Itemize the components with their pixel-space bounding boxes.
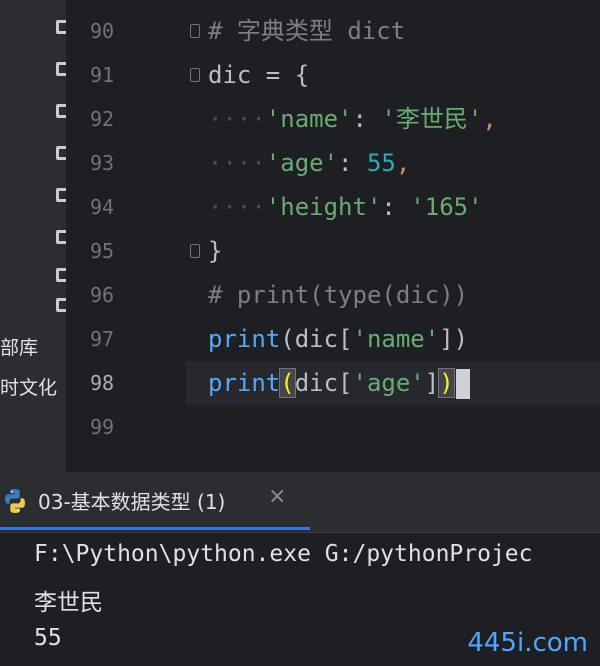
matched-bracket: ) bbox=[438, 368, 455, 398]
code-token: print bbox=[208, 369, 281, 397]
code-token: ] bbox=[424, 369, 440, 397]
code-token: : bbox=[352, 105, 382, 133]
code-token: ···· bbox=[208, 105, 266, 133]
python-file-icon[interactable] bbox=[56, 268, 66, 282]
fold-marker-icon[interactable] bbox=[190, 68, 200, 82]
sidebar-item-external-libraries[interactable]: 部库 bbox=[0, 333, 38, 360]
code-line[interactable]: # 字典类型 dict bbox=[208, 9, 405, 53]
code-line[interactable]: ····'height': '165' bbox=[208, 185, 483, 229]
code-token: (dic[ bbox=[280, 325, 353, 353]
code-token: print bbox=[208, 325, 281, 353]
code-token: ···· bbox=[208, 193, 266, 221]
fold-marker-icon[interactable] bbox=[190, 24, 200, 38]
code-token: '165' bbox=[410, 193, 483, 221]
console-line-output: 55 bbox=[34, 625, 62, 651]
code-token: 'age' bbox=[265, 149, 339, 177]
code-token: dic[ bbox=[294, 369, 353, 397]
python-icon bbox=[5, 489, 25, 513]
code-line[interactable]: print(dic['name']) bbox=[208, 317, 468, 361]
console-line-command: F:\Python\python.exe G:/pythonProjec bbox=[34, 541, 533, 567]
code-line[interactable]: ····'age': 55, bbox=[208, 141, 410, 185]
python-file-icon[interactable] bbox=[56, 298, 66, 312]
code-token: : bbox=[381, 193, 411, 221]
line-number: 90 bbox=[90, 19, 115, 43]
line-number: 93 bbox=[90, 151, 115, 175]
code-token: : bbox=[338, 149, 367, 177]
project-tree-panel[interactable]: 部库 时文化 bbox=[0, 0, 66, 472]
line-number: 98 bbox=[90, 371, 115, 395]
run-tab-title: 03-基本数据类型 (1) bbox=[38, 490, 226, 514]
fold-marker-icon[interactable] bbox=[190, 244, 200, 258]
code-line[interactable]: } bbox=[208, 229, 222, 273]
python-file-icon[interactable] bbox=[56, 104, 66, 118]
line-number: 92 bbox=[90, 107, 115, 131]
code-token: dic = { bbox=[208, 61, 310, 89]
code-token: # 字典类型 dict bbox=[208, 17, 406, 45]
code-token: , bbox=[395, 149, 411, 177]
code-token: , bbox=[482, 105, 497, 133]
python-file-icon[interactable] bbox=[56, 62, 66, 76]
python-file-icon[interactable] bbox=[56, 20, 66, 34]
matched-bracket: ( bbox=[279, 368, 296, 398]
code-token: 'name' bbox=[352, 325, 440, 353]
code-token: 'age' bbox=[352, 369, 425, 397]
console-line-output: 李世民 bbox=[34, 590, 103, 616]
code-line[interactable]: # print(type(dic)) bbox=[208, 273, 468, 317]
line-number: 91 bbox=[90, 63, 115, 87]
run-tab[interactable]: 03-基本数据类型 (1) × bbox=[0, 472, 310, 530]
python-file-icon[interactable] bbox=[56, 146, 66, 160]
watermark-text: 445i.com bbox=[467, 628, 588, 658]
line-number: 94 bbox=[90, 195, 115, 219]
line-number: 99 bbox=[90, 415, 115, 439]
line-number: 95 bbox=[90, 239, 115, 263]
sidebar-item-scratches[interactable]: 时文化 bbox=[0, 373, 57, 400]
code-token: 'name' bbox=[265, 105, 353, 133]
code-line[interactable]: print(dic['age']) bbox=[208, 361, 470, 405]
code-line[interactable]: dic = { bbox=[208, 53, 309, 97]
code-token: # print(type(dic)) bbox=[208, 281, 469, 309]
line-number: 97 bbox=[90, 327, 115, 351]
close-icon[interactable]: × bbox=[268, 484, 286, 509]
code-token: ···· bbox=[208, 149, 266, 177]
line-number: 96 bbox=[90, 283, 115, 307]
python-file-icon[interactable] bbox=[56, 230, 66, 244]
code-line[interactable]: ····'name': '李世民', bbox=[208, 97, 497, 141]
code-token: ]) bbox=[439, 325, 469, 353]
text-caret bbox=[455, 369, 470, 399]
code-token: } bbox=[208, 237, 223, 265]
code-token: '李世民' bbox=[381, 105, 483, 133]
code-token: 55 bbox=[366, 149, 396, 177]
python-file-icon[interactable] bbox=[56, 188, 66, 202]
code-token: 'height' bbox=[265, 193, 382, 221]
